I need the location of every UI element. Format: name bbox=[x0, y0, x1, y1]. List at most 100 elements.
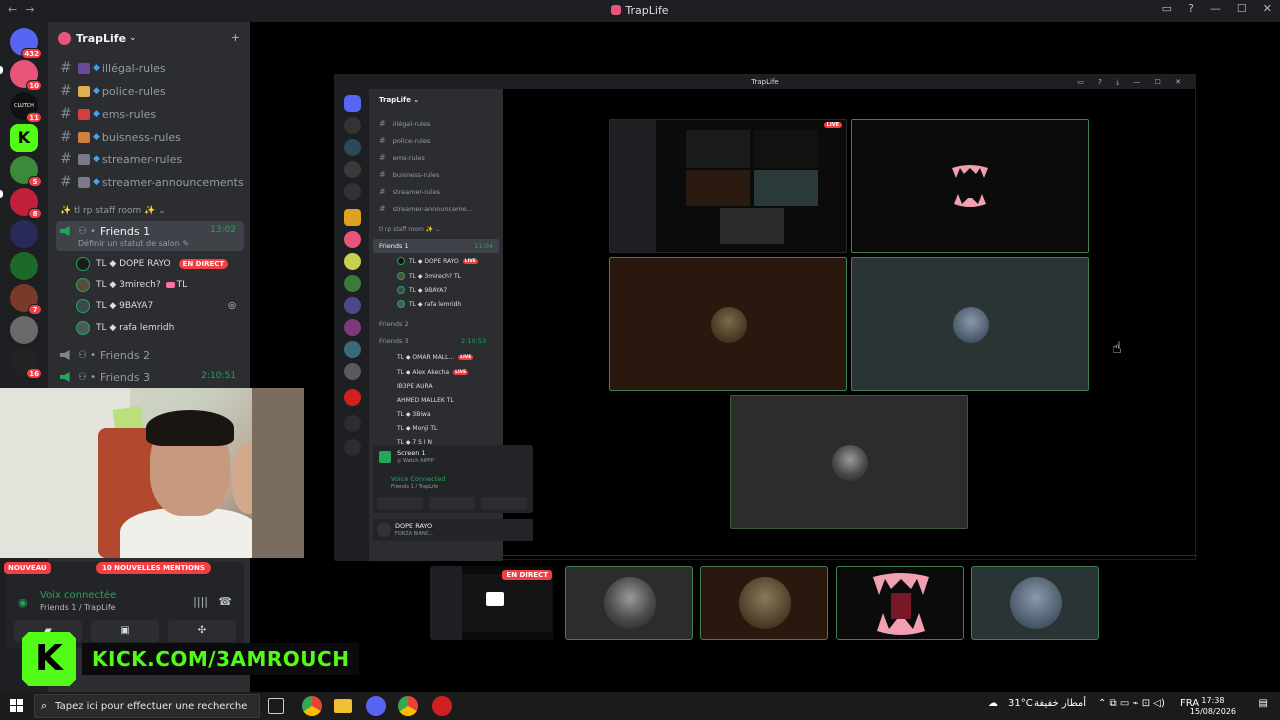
home-discord-icon[interactable]: 432 bbox=[10, 28, 42, 59]
shared-screen-window[interactable]: TrapLife ▭ ? ⤓ — ☐ ✕ TrapLife ⌄ # illégal-… bbox=[334, 74, 1197, 561]
voice-channel-friends-2[interactable]: ⚇ • Friends 2 bbox=[56, 345, 244, 365]
server-icon[interactable]: 7 bbox=[10, 284, 42, 315]
channel-buisness-rules[interactable]: # ◆ buisness-rules bbox=[56, 127, 244, 147]
voice-channel-friends-1[interactable]: ⚇ • Friends 1 13:02 Définir un statut de… bbox=[56, 221, 244, 251]
nested-channel: # streamer-announceme... bbox=[379, 204, 473, 213]
channel-name: ems-rules bbox=[101, 107, 157, 121]
nested-live-badge: LIVE bbox=[453, 370, 469, 375]
voice-channel-name: Friends 3 bbox=[100, 370, 151, 384]
channel-streamer-announcements[interactable]: # ◆ streamer-announcements bbox=[56, 172, 244, 192]
category-staff-room[interactable]: ✨ tl rp staff room ✨ ⌄ bbox=[60, 206, 166, 216]
system-tray-icons[interactable]: ⌃ ⧉ ▭ ⌁ ⊡ ◁) bbox=[1098, 698, 1165, 709]
nested-channel: # buisness-rules bbox=[379, 170, 440, 179]
nested-member: TL ◆ Monji TL bbox=[397, 425, 437, 432]
nested-discover-icon bbox=[344, 439, 361, 456]
server-icon[interactable] bbox=[10, 316, 38, 344]
maximize-button[interactable]: ☐ bbox=[1237, 2, 1247, 15]
nested-member-name: TL ◆ rafa lemridh bbox=[409, 300, 462, 308]
users-icon: ⚇ • bbox=[78, 225, 97, 237]
server-icon[interactable]: CLUTCH 11 bbox=[10, 92, 42, 123]
invite-people-icon[interactable]: + bbox=[231, 31, 240, 44]
nested-channel: # streamer-rules bbox=[379, 187, 441, 196]
voice-channel-friends-3[interactable]: ⚇ • Friends 3 2:10:51 bbox=[56, 367, 244, 387]
discord-app-icon[interactable] bbox=[366, 696, 386, 716]
channel-illegal-rules[interactable]: # ◆ illégal-rules bbox=[56, 58, 244, 78]
nested-screen-sub: ◎ Watch AIPPP bbox=[397, 458, 435, 464]
nested-screen-icon bbox=[379, 451, 391, 463]
chrome-icon[interactable] bbox=[302, 696, 322, 716]
channel-name: police-rules bbox=[101, 84, 166, 98]
nested-user-tile bbox=[730, 395, 968, 529]
weather-temp[interactable]: 31°C bbox=[1008, 698, 1033, 709]
task-view-icon[interactable] bbox=[268, 698, 284, 714]
diamond-icon: ◆ bbox=[93, 132, 100, 142]
help-icon[interactable]: ? bbox=[1188, 2, 1194, 15]
channel-police-rules[interactable]: # ◆ police-rules bbox=[56, 81, 244, 101]
new-badge[interactable]: NOUVEAU bbox=[4, 562, 51, 574]
mentions-badge[interactable]: 10 NOUVELLES MENTIONS bbox=[96, 562, 211, 574]
channel-ems-rules[interactable]: # ◆ ems-rules bbox=[56, 104, 244, 124]
kick-server-icon[interactable]: K bbox=[10, 124, 38, 152]
nested-camera-button bbox=[377, 497, 423, 509]
file-explorer-icon[interactable] bbox=[334, 699, 352, 713]
app-logo-icon bbox=[611, 5, 622, 15]
nested-user-tile bbox=[851, 257, 1089, 391]
nested-screen-tile: LIVE bbox=[609, 119, 847, 253]
voice-member[interactable]: TL ◆ rafa lemridh bbox=[76, 318, 246, 338]
server-icon[interactable]: 8 bbox=[10, 188, 42, 219]
stream-tile-user[interactable] bbox=[700, 566, 828, 640]
channel-streamer-rules[interactable]: # ◆ streamer-rules bbox=[56, 149, 244, 169]
nested-server-icon bbox=[344, 253, 361, 270]
windows-start-icon[interactable] bbox=[10, 699, 24, 713]
tag-icon bbox=[165, 282, 175, 288]
taskbar-clock[interactable]: 17:38 15/08/2026 bbox=[1190, 695, 1236, 717]
kick-url: KICK.COM/3AMROUCH bbox=[82, 643, 360, 675]
server-icon[interactable] bbox=[10, 220, 38, 248]
stream-tile-screen[interactable]: EN DIRECT bbox=[430, 566, 554, 640]
nested-add-server-icon bbox=[344, 415, 361, 432]
nested-member-name: TL ◆ DOPE RAYO bbox=[409, 257, 459, 265]
taskbar-search[interactable]: ⌕ Tapez ici pour effectuer une recherche bbox=[34, 694, 260, 718]
inbox-icon[interactable]: ▭ bbox=[1162, 2, 1172, 15]
channel-emoji-icon bbox=[78, 153, 90, 165]
server-icon[interactable]: 10 bbox=[10, 60, 42, 91]
nested-member: TL ◆ 3mirech? TL bbox=[397, 272, 461, 280]
app-icon[interactable] bbox=[432, 696, 452, 716]
stream-tile-user[interactable] bbox=[565, 566, 693, 640]
title-bar: ← → TrapLife ▭ ? — ☐ ✕ bbox=[0, 0, 1280, 22]
voice-member[interactable]: TL ◆ 3mirech? TL bbox=[76, 275, 246, 295]
server-icon[interactable] bbox=[10, 252, 38, 280]
avatar bbox=[76, 299, 90, 313]
channel-status[interactable]: Définir un statut de salon ✎ bbox=[78, 239, 189, 248]
server-icon[interactable]: 5 bbox=[10, 156, 42, 187]
clock-time: 17:38 bbox=[1201, 696, 1225, 705]
weather-icon[interactable]: ☁ bbox=[988, 698, 998, 709]
nested-user-avatar bbox=[377, 523, 391, 537]
diamond-icon: ◆ bbox=[93, 154, 100, 164]
chrome-icon[interactable] bbox=[398, 696, 418, 716]
member-name: TL ◆ 9BAYA7 bbox=[96, 301, 154, 311]
en-direct-badge: EN DIRECT bbox=[502, 570, 552, 580]
close-button[interactable]: ✕ bbox=[1263, 2, 1272, 15]
stream-tile-user[interactable] bbox=[836, 566, 964, 640]
unread-pill bbox=[0, 190, 3, 198]
voice-status[interactable]: Voix connectée bbox=[40, 590, 116, 601]
user-avatar bbox=[739, 577, 791, 629]
window-title: TrapLife bbox=[0, 4, 1280, 17]
fangs-avatar-icon bbox=[873, 573, 929, 635]
voice-member[interactable]: TL ◆ DOPE RAYO EN DIRECT bbox=[76, 254, 246, 274]
notification-icon[interactable]: ▤ bbox=[1259, 698, 1268, 709]
fangs-icon bbox=[952, 165, 988, 207]
server-icon[interactable]: 16 bbox=[10, 348, 42, 379]
nested-server-icon bbox=[344, 231, 361, 248]
weather-text[interactable]: أمطار خفيفة bbox=[1034, 698, 1086, 709]
voice-member[interactable]: TL ◆ 9BAYA7 ◎ bbox=[76, 296, 246, 316]
guild-header[interactable]: TrapLife ⌄ + bbox=[48, 22, 250, 54]
signal-icon[interactable]: ◉ bbox=[18, 596, 28, 609]
disconnect-icon[interactable]: ☎ bbox=[218, 595, 232, 608]
avatar bbox=[76, 321, 90, 335]
noise-suppression-icon[interactable]: |||| bbox=[193, 595, 208, 608]
stream-tile-user[interactable] bbox=[971, 566, 1099, 640]
minimize-button[interactable]: — bbox=[1210, 2, 1221, 15]
webcam-overlay bbox=[0, 388, 304, 558]
